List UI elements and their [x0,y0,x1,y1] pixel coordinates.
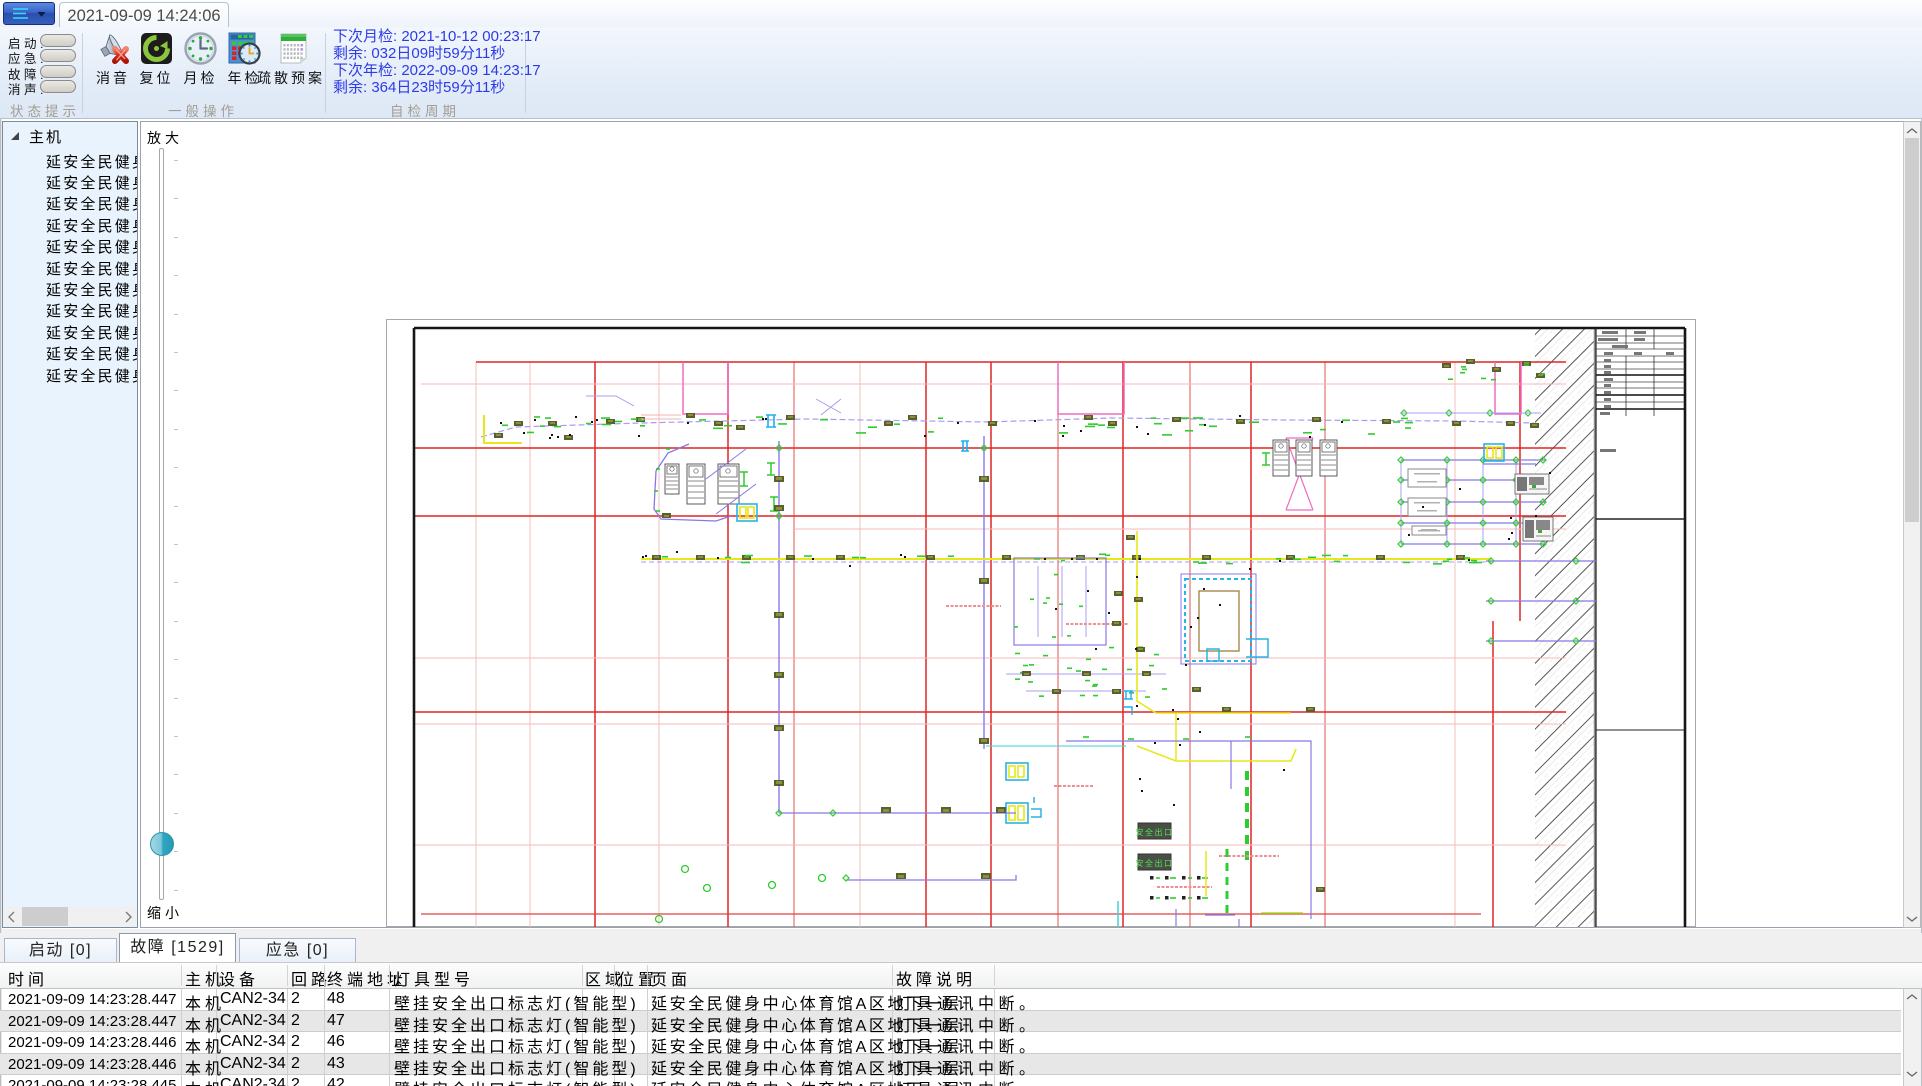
svg-text:安全出口: 安全出口 [1136,827,1174,837]
svg-text:安全出口: 安全出口 [1136,858,1174,868]
